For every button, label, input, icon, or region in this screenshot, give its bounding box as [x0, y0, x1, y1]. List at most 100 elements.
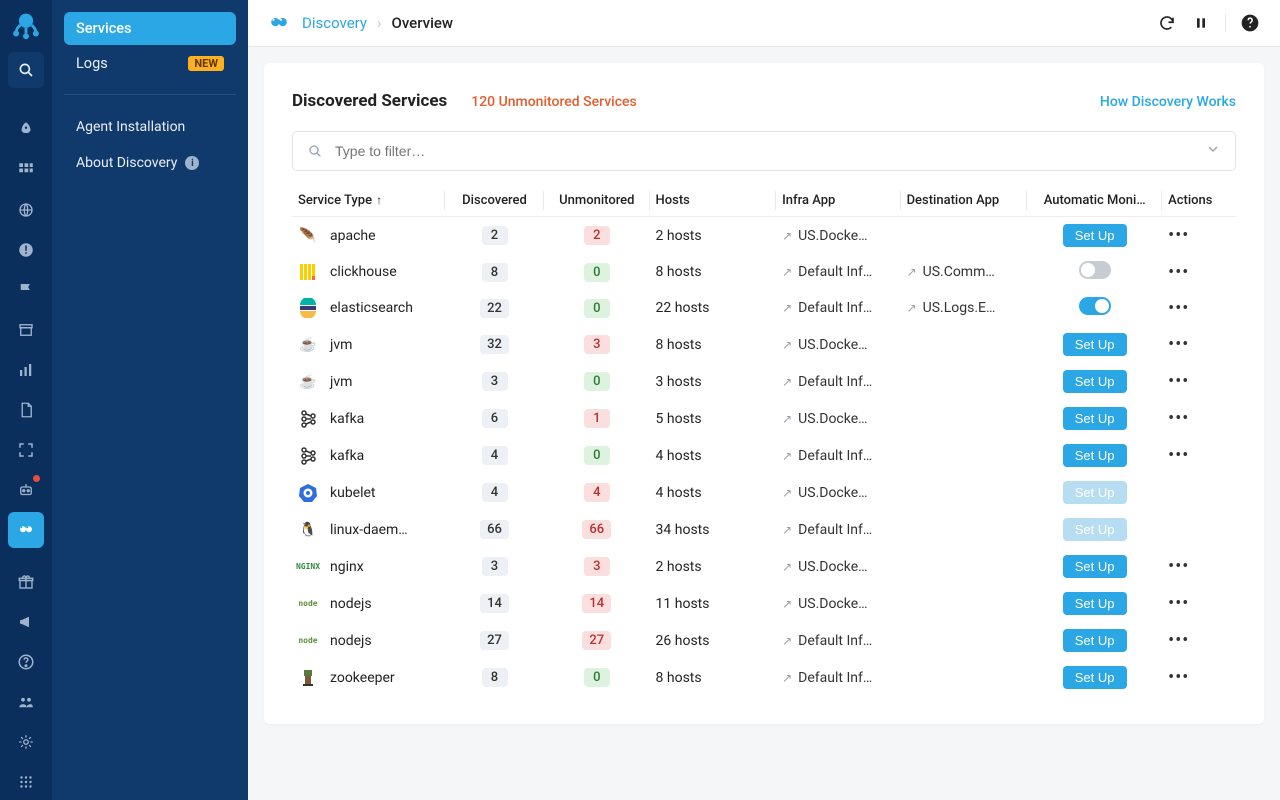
destination-app-link[interactable]: ↗US.Comm…	[907, 264, 1022, 280]
megaphone-icon[interactable]	[8, 604, 44, 640]
service-cell[interactable]: kubelet	[298, 483, 439, 503]
alert-icon[interactable]	[8, 232, 44, 268]
file-icon[interactable]	[8, 392, 44, 428]
infra-app-link[interactable]: ↗US.Docke…	[782, 559, 894, 575]
search-icon[interactable]	[8, 52, 44, 88]
filter-input[interactable]	[335, 143, 1193, 159]
infra-app-link[interactable]: ↗US.Docke…	[782, 337, 894, 353]
service-cell[interactable]: clickhouse	[298, 262, 439, 282]
help-icon[interactable]	[8, 644, 44, 680]
hosts-cell[interactable]: 2 hosts	[650, 217, 777, 255]
hosts-cell[interactable]: 11 hosts	[650, 585, 777, 622]
auto-monitoring-toggle[interactable]	[1079, 297, 1111, 315]
setup-button[interactable]: Set Up	[1063, 224, 1127, 247]
row-actions-menu[interactable]: •••	[1168, 630, 1189, 651]
grid-icon[interactable]	[8, 152, 44, 188]
row-actions-menu[interactable]: •••	[1168, 408, 1189, 429]
infra-app-link[interactable]: ↗Default Inf…	[782, 522, 894, 538]
setup-button[interactable]: Set Up	[1063, 555, 1127, 578]
hosts-cell[interactable]: 4 hosts	[650, 437, 777, 474]
row-actions-menu[interactable]: •••	[1168, 445, 1189, 466]
infra-app-link[interactable]: ↗Default Inf…	[782, 670, 894, 686]
setup-button[interactable]: Set Up	[1063, 407, 1127, 430]
col-service-type[interactable]: Service Type↑	[292, 185, 445, 217]
globe-icon[interactable]	[8, 192, 44, 228]
hosts-cell[interactable]: 8 hosts	[650, 659, 777, 696]
discovery-icon[interactable]	[8, 512, 44, 548]
flag-icon[interactable]	[8, 272, 44, 308]
row-actions-menu[interactable]: •••	[1168, 298, 1189, 319]
row-actions-menu[interactable]: •••	[1168, 667, 1189, 688]
infra-app-link[interactable]: ↗Default Inf…	[782, 374, 894, 390]
row-actions-menu[interactable]: •••	[1168, 593, 1189, 614]
infra-app-link[interactable]: ↗US.Docke…	[782, 228, 894, 244]
hosts-cell[interactable]: 8 hosts	[650, 254, 777, 290]
sidebar-link-about-discovery[interactable]: About Discovery i	[64, 145, 236, 181]
service-cell[interactable]: zookeeper	[298, 668, 439, 688]
service-cell[interactable]: ☕jvm	[298, 335, 439, 355]
col-destination-app[interactable]: Destination App	[901, 185, 1028, 217]
hosts-cell[interactable]: 4 hosts	[650, 474, 777, 511]
apps-icon[interactable]	[8, 764, 44, 800]
row-actions-menu[interactable]: •••	[1168, 225, 1189, 246]
filter-box[interactable]	[292, 131, 1236, 171]
fullscreen-icon[interactable]	[8, 432, 44, 468]
hosts-cell[interactable]: 2 hosts	[650, 548, 777, 585]
infra-app-link[interactable]: ↗Default Inf…	[782, 633, 894, 649]
infra-app-link[interactable]: ↗Default Inf…	[782, 300, 894, 316]
setup-button[interactable]: Set Up	[1063, 333, 1127, 356]
sidebar-item-services[interactable]: Services	[64, 12, 236, 45]
setup-button[interactable]: Set Up	[1063, 666, 1127, 689]
unmonitored-link[interactable]: 120 Unmonitored Services	[471, 94, 637, 110]
col-hosts[interactable]: Hosts	[650, 185, 777, 217]
setup-button[interactable]: Set Up	[1063, 444, 1127, 467]
col-unmonitored[interactable]: Unmonitored	[544, 185, 649, 217]
sidebar-item-logs[interactable]: Logs NEW	[64, 47, 236, 80]
robot-icon[interactable]	[8, 472, 44, 508]
pause-button[interactable]	[1191, 13, 1211, 33]
service-cell[interactable]: NGINXnginx	[298, 557, 439, 577]
infra-app-link[interactable]: ↗US.Docke…	[782, 411, 894, 427]
chart-icon[interactable]	[8, 352, 44, 388]
rocket-icon[interactable]	[8, 112, 44, 148]
service-cell[interactable]: kafka	[298, 409, 439, 429]
service-cell[interactable]: 🐧linux-daem…	[298, 520, 439, 540]
setup-button[interactable]: Set Up	[1063, 370, 1127, 393]
hosts-cell[interactable]: 3 hosts	[650, 363, 777, 400]
breadcrumb-root[interactable]: Discovery	[302, 14, 367, 32]
infra-app-link[interactable]: ↗Default Inf…	[782, 448, 894, 464]
row-actions-menu[interactable]: •••	[1168, 334, 1189, 355]
auto-monitoring-toggle[interactable]	[1079, 261, 1111, 279]
service-cell[interactable]: nodenodejs	[298, 594, 439, 614]
how-discovery-works-link[interactable]: How Discovery Works	[1100, 94, 1236, 110]
row-actions-menu[interactable]: •••	[1168, 262, 1189, 283]
col-infra-app[interactable]: Infra App	[776, 185, 900, 217]
gear-icon[interactable]	[8, 724, 44, 760]
hosts-cell[interactable]: 5 hosts	[650, 400, 777, 437]
gift-icon[interactable]	[8, 564, 44, 600]
service-cell[interactable]: ☕jvm	[298, 372, 439, 392]
refresh-button[interactable]	[1157, 13, 1177, 33]
hosts-cell[interactable]: 22 hosts	[650, 290, 777, 326]
infra-app-link[interactable]: ↗Default Inf…	[782, 264, 894, 280]
expand-filter-icon[interactable]	[1205, 141, 1221, 161]
service-cell[interactable]: kafka	[298, 446, 439, 466]
row-actions-menu[interactable]: •••	[1168, 371, 1189, 392]
hosts-cell[interactable]: 34 hosts	[650, 511, 777, 548]
infra-app-link[interactable]: ↗US.Docke…	[782, 485, 894, 501]
setup-button[interactable]: Set Up	[1063, 629, 1127, 652]
help-button[interactable]	[1240, 13, 1260, 33]
col-discovered[interactable]: Discovered	[445, 185, 544, 217]
hosts-cell[interactable]: 26 hosts	[650, 622, 777, 659]
archive-icon[interactable]	[8, 312, 44, 348]
sidebar-link-agent-install[interactable]: Agent Installation	[64, 109, 236, 145]
hosts-cell[interactable]: 8 hosts	[650, 326, 777, 363]
row-actions-menu[interactable]: •••	[1168, 556, 1189, 577]
service-cell[interactable]: 🪶apache	[298, 226, 439, 246]
setup-button[interactable]: Set Up	[1063, 592, 1127, 615]
infra-app-link[interactable]: ↗US.Docke…	[782, 596, 894, 612]
col-auto-monitoring[interactable]: Automatic Moni…	[1027, 185, 1162, 217]
service-cell[interactable]: elasticsearch	[298, 298, 439, 318]
people-icon[interactable]	[8, 684, 44, 720]
destination-app-link[interactable]: ↗US.Logs.E…	[907, 300, 1022, 316]
